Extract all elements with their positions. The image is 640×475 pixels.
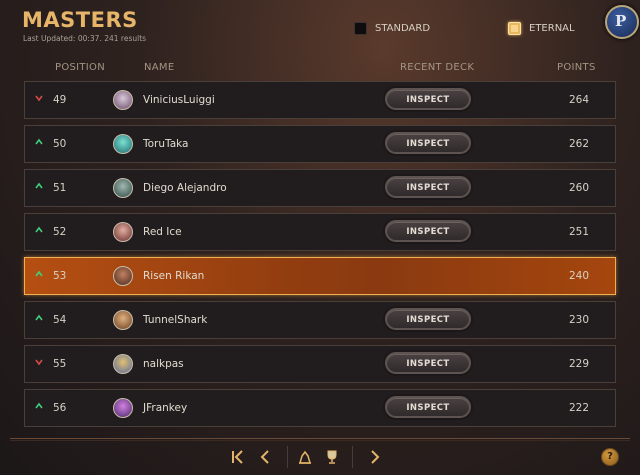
avatar [113, 178, 133, 198]
profile-badge-icon[interactable]: P [605, 5, 639, 39]
footer-divider-shadow [10, 440, 630, 441]
table-row[interactable]: 49 ViniciusLuiggi INSPECT 264 [24, 81, 616, 119]
column-header-points: POINTS [557, 62, 596, 73]
table-row-current-player[interactable]: 53 Risen Rikan 240 [24, 257, 616, 295]
rank-down-icon [35, 95, 43, 102]
row-position: 49 [53, 94, 67, 106]
row-points: 264 [568, 94, 589, 106]
player-name[interactable]: Red Ice [143, 226, 182, 238]
table-row[interactable]: 55 nalkpas INSPECT 229 [24, 345, 616, 383]
column-header-position: POSITION [55, 62, 106, 73]
avatar [113, 310, 133, 330]
row-position: 52 [53, 226, 67, 238]
inspect-deck-button[interactable]: INSPECT [385, 176, 471, 198]
row-position: 54 [53, 314, 67, 326]
row-points: 240 [568, 270, 589, 282]
player-name[interactable]: TunnelShark [143, 314, 207, 326]
player-name[interactable]: JFrankey [143, 402, 187, 414]
rank-up-icon [35, 138, 43, 145]
rank-up-icon [35, 182, 43, 189]
column-header-name: NAME [144, 62, 175, 73]
previous-page-icon[interactable] [256, 446, 274, 468]
filter-standard-label: STANDARD [375, 22, 431, 34]
column-header-recent-deck: RECENT DECK [400, 62, 475, 73]
footer-divider [10, 438, 630, 439]
avatar [113, 222, 133, 242]
table-row[interactable]: 56 JFrankey INSPECT 222 [24, 389, 616, 427]
row-points: 229 [568, 358, 589, 370]
inspect-deck-button[interactable]: INSPECT [385, 220, 471, 242]
avatar [113, 134, 133, 154]
player-name[interactable]: Diego Alejandro [143, 182, 227, 194]
avatar [113, 266, 133, 286]
next-page-icon[interactable] [366, 446, 384, 468]
inspect-deck-button[interactable]: INSPECT [385, 132, 471, 154]
my-rank-icon[interactable] [296, 446, 314, 468]
filter-eternal[interactable]: ETERNAL [508, 21, 575, 35]
inspect-deck-button[interactable]: INSPECT [385, 88, 471, 110]
top-rank-icon[interactable] [323, 446, 341, 468]
row-position: 55 [53, 358, 67, 370]
row-points: 222 [568, 402, 589, 414]
player-name[interactable]: ViniciusLuiggi [143, 94, 215, 106]
filter-standard[interactable]: STANDARD [354, 21, 430, 35]
pager-separator [352, 446, 353, 468]
row-points: 262 [568, 138, 589, 150]
header: MASTERS Last Updated: 00:37. 241 results… [0, 0, 640, 50]
last-updated-text: Last Updated: 00:37. 241 results [23, 34, 147, 43]
player-name[interactable]: ToruTaka [143, 138, 188, 150]
row-points: 251 [568, 226, 589, 238]
row-points: 230 [568, 314, 589, 326]
page-title: MASTERS [22, 8, 138, 32]
inspect-deck-button[interactable]: INSPECT [385, 352, 471, 374]
avatar [113, 354, 133, 374]
table-row[interactable]: 51 Diego Alejandro INSPECT 260 [24, 169, 616, 207]
rank-up-icon [35, 314, 43, 321]
rank-up-icon [35, 402, 43, 409]
row-position: 53 [53, 270, 67, 282]
avatar [113, 90, 133, 110]
player-name[interactable]: Risen Rikan [143, 270, 204, 282]
player-name[interactable]: nalkpas [143, 358, 184, 370]
row-points: 260 [568, 182, 589, 194]
rank-up-icon [35, 226, 43, 233]
row-position: 56 [53, 402, 67, 414]
pager-separator [287, 446, 288, 468]
rank-up-icon [35, 270, 43, 277]
eternal-checkbox[interactable] [508, 21, 521, 35]
inspect-deck-button[interactable]: INSPECT [385, 308, 471, 330]
row-position: 50 [53, 138, 67, 150]
table-row[interactable]: 50 ToruTaka INSPECT 262 [24, 125, 616, 163]
help-icon[interactable]: ? [601, 448, 619, 466]
standard-checkbox[interactable] [354, 21, 367, 35]
first-page-icon[interactable] [229, 446, 247, 468]
table-row[interactable]: 52 Red Ice INSPECT 251 [24, 213, 616, 251]
rank-down-icon [35, 359, 43, 366]
inspect-deck-button[interactable]: INSPECT [385, 396, 471, 418]
filter-eternal-label: ETERNAL [529, 22, 575, 34]
table-row[interactable]: 54 TunnelShark INSPECT 230 [24, 301, 616, 339]
row-position: 51 [53, 182, 67, 194]
avatar [113, 398, 133, 418]
